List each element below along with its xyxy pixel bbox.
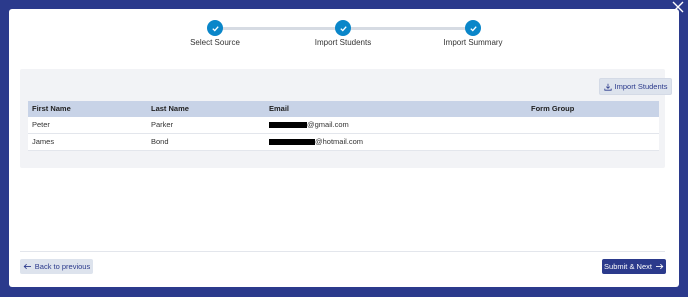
step-1-check-icon: [207, 20, 223, 36]
header-email: Email: [269, 104, 290, 113]
step-1-label: Select Source: [190, 38, 240, 47]
download-icon: [603, 83, 612, 91]
students-table: First Name Last Name Email Form Group Pe…: [28, 101, 659, 151]
header-form-group: Form Group: [531, 104, 575, 113]
table-row: James Bond @hotmail.com: [28, 133, 659, 151]
back-label: Back to previous: [34, 262, 91, 271]
redaction-bar: [269, 122, 307, 129]
arrow-right-icon: [655, 263, 664, 270]
email-cell: @gmail.com: [265, 117, 527, 134]
redaction-bar: [269, 139, 315, 146]
table-header-row: First Name Last Name Email Form Group: [28, 101, 659, 117]
form-group-cell: [527, 133, 659, 151]
first-name-cell: James: [28, 133, 147, 151]
footer-divider: [20, 251, 665, 252]
import-card: Import Students First Name Last Name Ema…: [20, 69, 672, 168]
email-suffix: @gmail.com: [307, 120, 349, 129]
step-3-label: Import Summary: [443, 38, 503, 47]
email-suffix: @hotmail.com: [315, 137, 364, 146]
header-last-name: Last Name: [151, 104, 189, 113]
last-name-cell: Bond: [147, 133, 265, 151]
first-name-cell: Peter: [28, 117, 147, 134]
step-connector: [343, 27, 474, 30]
header-first-name: First Name: [32, 104, 71, 113]
step-2-label: Import Students: [314, 38, 372, 47]
table-row: Peter Parker @gmail.com: [28, 117, 659, 134]
last-name-cell: Parker: [147, 117, 265, 134]
back-to-previous-button[interactable]: Back to previous: [20, 259, 93, 274]
email-cell: @hotmail.com: [265, 133, 527, 151]
import-modal: Select Source Import Students Import Sum…: [9, 9, 679, 287]
import-students-label: Import Students: [614, 82, 668, 91]
import-students-button[interactable]: Import Students: [599, 78, 672, 95]
form-group-cell: [527, 117, 659, 134]
step-connector: [215, 27, 343, 30]
arrow-left-icon: [23, 263, 31, 270]
stepper: Select Source Import Students Import Sum…: [9, 9, 679, 69]
step-2-check-icon: [335, 20, 351, 36]
step-3-check-icon: [465, 20, 481, 36]
submit-next-button[interactable]: Submit & Next: [602, 259, 666, 274]
next-label: Submit & Next: [604, 262, 652, 271]
